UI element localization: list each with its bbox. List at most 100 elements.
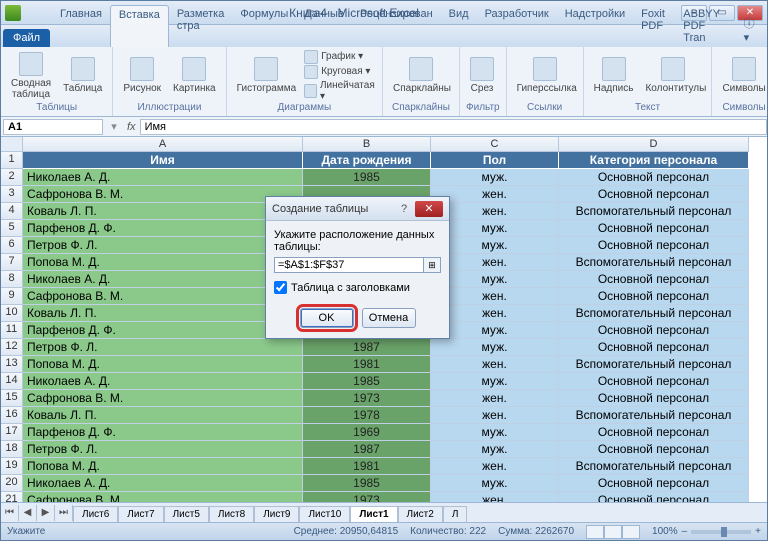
- row-header[interactable]: 13: [1, 356, 23, 373]
- ribbon-item[interactable]: Линейчатая ▾: [304, 80, 376, 102]
- ribbon-tab[interactable]: Разработчик: [477, 5, 557, 47]
- ribbon-item[interactable]: Срез: [466, 55, 498, 96]
- cell[interactable]: жен.: [431, 356, 559, 373]
- ribbon-item[interactable]: Картинка: [169, 55, 220, 96]
- cell[interactable]: жен.: [431, 186, 559, 203]
- cell[interactable]: Сафронова В. М.: [23, 288, 303, 305]
- cell[interactable]: 1981: [303, 458, 431, 475]
- cell[interactable]: Сафронова В. М.: [23, 186, 303, 203]
- cell[interactable]: Основной персонал: [559, 373, 749, 390]
- cell[interactable]: жен.: [431, 458, 559, 475]
- row-header[interactable]: 15: [1, 390, 23, 407]
- cell[interactable]: жен.: [431, 407, 559, 424]
- ribbon-tab[interactable]: Разметка стра: [169, 5, 233, 47]
- ribbon-item[interactable]: Надпись: [590, 55, 638, 96]
- cell[interactable]: жен.: [431, 390, 559, 407]
- row-header[interactable]: 11: [1, 322, 23, 339]
- row-header[interactable]: 8: [1, 271, 23, 288]
- sheet-tab[interactable]: Лист7: [118, 506, 163, 522]
- row-header[interactable]: 1: [1, 152, 23, 169]
- cell[interactable]: Коваль Л. П.: [23, 407, 303, 424]
- cell[interactable]: Основной персонал: [559, 441, 749, 458]
- ribbon-item[interactable]: Своднаятаблица: [7, 50, 55, 102]
- row-header[interactable]: 9: [1, 288, 23, 305]
- ribbon-item[interactable]: Рисунок: [119, 55, 165, 96]
- row-header[interactable]: 10: [1, 305, 23, 322]
- formula-input[interactable]: Имя: [140, 119, 767, 135]
- cell[interactable]: 1985: [303, 475, 431, 492]
- cell[interactable]: 1985: [303, 373, 431, 390]
- name-box[interactable]: A1: [3, 119, 103, 135]
- sheet-tab[interactable]: Лист2: [398, 506, 443, 522]
- column-header[interactable]: D: [559, 137, 749, 152]
- cell[interactable]: муж.: [431, 322, 559, 339]
- cell[interactable]: 1973: [303, 390, 431, 407]
- cell[interactable]: 1987: [303, 441, 431, 458]
- cell[interactable]: муж.: [431, 424, 559, 441]
- cell[interactable]: Основной персонал: [559, 271, 749, 288]
- ribbon-tab[interactable]: Данные: [296, 5, 352, 47]
- row-header[interactable]: 12: [1, 339, 23, 356]
- select-all[interactable]: [1, 137, 23, 152]
- cell[interactable]: Николаев А. Д.: [23, 475, 303, 492]
- row-header[interactable]: 5: [1, 220, 23, 237]
- sheet-nav-next-icon[interactable]: ▶: [37, 505, 55, 521]
- cell[interactable]: жен.: [431, 254, 559, 271]
- ribbon-item[interactable]: Таблица: [59, 55, 106, 96]
- sheet-tab[interactable]: Л: [443, 506, 468, 522]
- cell[interactable]: Коваль Л. П.: [23, 305, 303, 322]
- cell[interactable]: Основной персонал: [559, 475, 749, 492]
- cell[interactable]: Попова М. Д.: [23, 356, 303, 373]
- cell[interactable]: 1981: [303, 356, 431, 373]
- sheet-nav-first-icon[interactable]: ⏮: [1, 505, 19, 521]
- sheet-nav-last-icon[interactable]: ⏭: [55, 505, 73, 521]
- fx-icon[interactable]: fx: [123, 121, 140, 133]
- cell[interactable]: Основной персонал: [559, 390, 749, 407]
- ribbon-item[interactable]: Колонтитулы: [641, 55, 705, 96]
- cell[interactable]: Николаев А. Д.: [23, 271, 303, 288]
- cell[interactable]: 1987: [303, 339, 431, 356]
- row-header[interactable]: 21: [1, 492, 23, 502]
- dialog-help-icon[interactable]: ?: [395, 201, 413, 217]
- ribbon-item[interactable]: Гистограмма: [233, 55, 301, 96]
- row-header[interactable]: 14: [1, 373, 23, 390]
- cell[interactable]: Вспомогательный персонал: [559, 458, 749, 475]
- cell[interactable]: Парфенов Д. Ф.: [23, 220, 303, 237]
- cell[interactable]: Основной персонал: [559, 220, 749, 237]
- range-picker-icon[interactable]: ⊞: [424, 257, 441, 273]
- cell[interactable]: Петров Ф. Л.: [23, 339, 303, 356]
- cell[interactable]: Попова М. Д.: [23, 254, 303, 271]
- cell[interactable]: Попова М. Д.: [23, 458, 303, 475]
- cell[interactable]: Петров Ф. Л.: [23, 237, 303, 254]
- table-header[interactable]: Пол: [431, 152, 559, 169]
- cell[interactable]: Вспомогательный персонал: [559, 203, 749, 220]
- cell[interactable]: жен.: [431, 288, 559, 305]
- ribbon-tab[interactable]: Foxit PDF: [633, 5, 675, 47]
- ribbon-tab[interactable]: Рецензирован: [352, 5, 441, 47]
- cell[interactable]: Петров Ф. Л.: [23, 441, 303, 458]
- cell[interactable]: Основной персонал: [559, 186, 749, 203]
- cell[interactable]: 1978: [303, 407, 431, 424]
- view-buttons[interactable]: [586, 525, 640, 539]
- cell[interactable]: Основной персонал: [559, 237, 749, 254]
- sheet-tab[interactable]: Лист8: [209, 506, 254, 522]
- ribbon-item[interactable]: Спарклайны: [389, 55, 453, 96]
- row-header[interactable]: 16: [1, 407, 23, 424]
- cell[interactable]: жен.: [431, 203, 559, 220]
- dialog-close-icon[interactable]: ✕: [415, 201, 443, 217]
- cell[interactable]: муж.: [431, 475, 559, 492]
- ok-button[interactable]: OK: [300, 308, 354, 328]
- help-icon[interactable]: ⓘ ▾: [738, 12, 767, 47]
- ribbon-tab[interactable]: Вид: [441, 5, 477, 47]
- cell[interactable]: Основной персонал: [559, 424, 749, 441]
- row-header[interactable]: 19: [1, 458, 23, 475]
- cell[interactable]: жен.: [431, 305, 559, 322]
- zoom-control[interactable]: 100% –+: [652, 526, 761, 537]
- sheet-tab[interactable]: Лист10: [299, 506, 350, 522]
- headers-checkbox[interactable]: Таблица с заголовками: [274, 281, 441, 294]
- cell[interactable]: Основной персонал: [559, 288, 749, 305]
- table-header[interactable]: Имя: [23, 152, 303, 169]
- cell[interactable]: 1973: [303, 492, 431, 502]
- cell[interactable]: 1985: [303, 169, 431, 186]
- cell[interactable]: муж.: [431, 271, 559, 288]
